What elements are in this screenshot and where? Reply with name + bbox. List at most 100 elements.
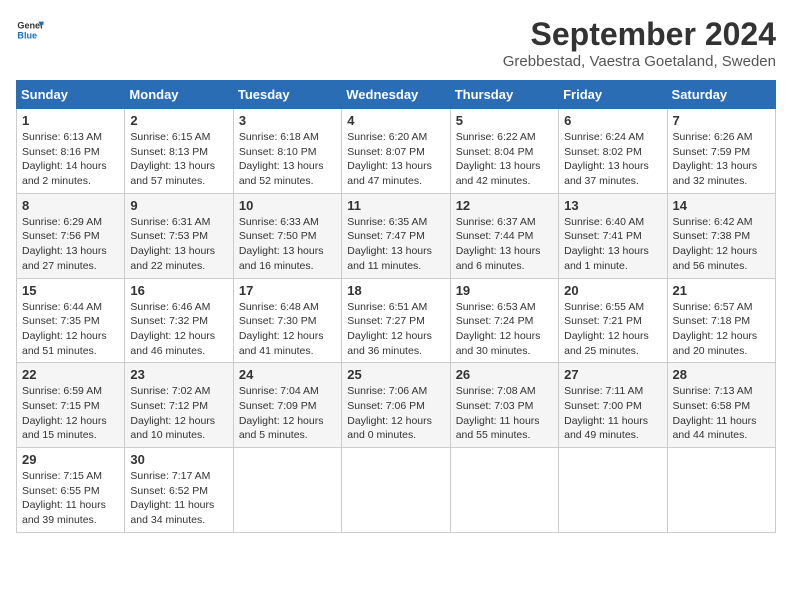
main-title: September 2024: [503, 16, 776, 53]
day-number: 5: [456, 113, 553, 128]
title-area: September 2024 Grebbestad, Vaestra Goeta…: [503, 16, 776, 70]
day-number: 7: [673, 113, 770, 128]
day-number: 10: [239, 198, 336, 213]
header: General Blue September 2024 Grebbestad, …: [16, 16, 776, 70]
calendar-cell: 27 Sunrise: 7:11 AM Sunset: 7:00 PM Dayli…: [559, 363, 667, 448]
day-info: Sunrise: 6:33 AM Sunset: 7:50 PM Dayligh…: [239, 215, 336, 274]
calendar-cell: 29 Sunrise: 7:15 AM Sunset: 6:55 PM Dayli…: [17, 448, 125, 533]
day-info: Sunrise: 6:53 AM Sunset: 7:24 PM Dayligh…: [456, 300, 553, 359]
calendar-cell: 22 Sunrise: 6:59 AM Sunset: 7:15 PM Dayli…: [17, 363, 125, 448]
day-number: 11: [347, 198, 444, 213]
day-info: Sunrise: 7:17 AM Sunset: 6:52 PM Dayligh…: [130, 469, 227, 528]
day-info: Sunrise: 6:57 AM Sunset: 7:18 PM Dayligh…: [673, 300, 770, 359]
calendar-cell: 13 Sunrise: 6:40 AM Sunset: 7:41 PM Dayli…: [559, 193, 667, 278]
calendar-cell: 23Sunrise: 7:02 AM Sunset: 7:12 PM Dayli…: [125, 363, 233, 448]
day-number: 29: [22, 452, 119, 467]
day-number: 15: [22, 283, 119, 298]
calendar-cell: 9Sunrise: 6:31 AM Sunset: 7:53 PM Daylig…: [125, 193, 233, 278]
calendar-cell: 2 Sunrise: 6:15 AM Sunset: 8:13 PM Daylig…: [125, 109, 233, 194]
calendar-cell: 15 Sunrise: 6:44 AM Sunset: 7:35 PM Dayli…: [17, 278, 125, 363]
day-info: Sunrise: 7:11 AM Sunset: 7:00 PM Dayligh…: [564, 384, 661, 443]
calendar-cell: 25 Sunrise: 7:06 AM Sunset: 7:06 PM Dayli…: [342, 363, 450, 448]
logo: General Blue: [16, 16, 44, 44]
day-info: Sunrise: 6:26 AM Sunset: 7:59 PM Dayligh…: [673, 130, 770, 189]
day-number: 16: [130, 283, 227, 298]
calendar-cell: 26Sunrise: 7:08 AM Sunset: 7:03 PM Dayli…: [450, 363, 558, 448]
day-number: 8: [22, 198, 119, 213]
col-header-tuesday: Tuesday: [233, 81, 341, 109]
day-info: Sunrise: 6:51 AM Sunset: 7:27 PM Dayligh…: [347, 300, 444, 359]
day-number: 20: [564, 283, 661, 298]
day-info: Sunrise: 6:18 AM Sunset: 8:10 PM Dayligh…: [239, 130, 336, 189]
day-number: 12: [456, 198, 553, 213]
day-info: Sunrise: 6:55 AM Sunset: 7:21 PM Dayligh…: [564, 300, 661, 359]
calendar-cell: 16 Sunrise: 6:46 AM Sunset: 7:32 PM Dayli…: [125, 278, 233, 363]
day-info: Sunrise: 6:59 AM Sunset: 7:15 PM Dayligh…: [22, 384, 119, 443]
day-info: Sunrise: 6:37 AM Sunset: 7:44 PM Dayligh…: [456, 215, 553, 274]
col-header-monday: Monday: [125, 81, 233, 109]
day-info: Sunrise: 7:02 AM Sunset: 7:12 PM Dayligh…: [130, 384, 227, 443]
week-row-2: 8 Sunrise: 6:29 AM Sunset: 7:56 PM Daylig…: [17, 193, 776, 278]
week-row-3: 15 Sunrise: 6:44 AM Sunset: 7:35 PM Dayli…: [17, 278, 776, 363]
day-info: Sunrise: 6:48 AM Sunset: 7:30 PM Dayligh…: [239, 300, 336, 359]
calendar-cell: 3 Sunrise: 6:18 AM Sunset: 8:10 PM Daylig…: [233, 109, 341, 194]
day-info: Sunrise: 7:15 AM Sunset: 6:55 PM Dayligh…: [22, 469, 119, 528]
calendar-cell: 21 Sunrise: 6:57 AM Sunset: 7:18 PM Dayli…: [667, 278, 775, 363]
day-info: Sunrise: 7:04 AM Sunset: 7:09 PM Dayligh…: [239, 384, 336, 443]
calendar-cell: 10 Sunrise: 6:33 AM Sunset: 7:50 PM Dayli…: [233, 193, 341, 278]
calendar-cell: 6 Sunrise: 6:24 AM Sunset: 8:02 PM Daylig…: [559, 109, 667, 194]
week-row-1: 1Sunrise: 6:13 AM Sunset: 8:16 PM Daylig…: [17, 109, 776, 194]
day-info: Sunrise: 6:46 AM Sunset: 7:32 PM Dayligh…: [130, 300, 227, 359]
col-header-thursday: Thursday: [450, 81, 558, 109]
svg-text:Blue: Blue: [17, 30, 37, 40]
calendar-cell: 24Sunrise: 7:04 AM Sunset: 7:09 PM Dayli…: [233, 363, 341, 448]
calendar-cell: 30Sunrise: 7:17 AM Sunset: 6:52 PM Dayli…: [125, 448, 233, 533]
calendar-cell: [559, 448, 667, 533]
subtitle: Grebbestad, Vaestra Goetaland, Sweden: [503, 53, 776, 70]
calendar-cell: 12 Sunrise: 6:37 AM Sunset: 7:44 PM Dayli…: [450, 193, 558, 278]
day-number: 22: [22, 367, 119, 382]
calendar-cell: 14Sunrise: 6:42 AM Sunset: 7:38 PM Dayli…: [667, 193, 775, 278]
day-number: 25: [347, 367, 444, 382]
calendar-table: SundayMondayTuesdayWednesdayThursdayFrid…: [16, 80, 776, 533]
day-info: Sunrise: 7:08 AM Sunset: 7:03 PM Dayligh…: [456, 384, 553, 443]
week-row-4: 22 Sunrise: 6:59 AM Sunset: 7:15 PM Dayli…: [17, 363, 776, 448]
day-info: Sunrise: 6:44 AM Sunset: 7:35 PM Dayligh…: [22, 300, 119, 359]
col-header-friday: Friday: [559, 81, 667, 109]
day-info: Sunrise: 6:24 AM Sunset: 8:02 PM Dayligh…: [564, 130, 661, 189]
logo-icon: General Blue: [16, 16, 44, 44]
day-number: 18: [347, 283, 444, 298]
day-number: 4: [347, 113, 444, 128]
calendar-body: 1Sunrise: 6:13 AM Sunset: 8:16 PM Daylig…: [17, 109, 776, 533]
day-number: 21: [673, 283, 770, 298]
day-info: Sunrise: 6:35 AM Sunset: 7:47 PM Dayligh…: [347, 215, 444, 274]
calendar-cell: 8 Sunrise: 6:29 AM Sunset: 7:56 PM Daylig…: [17, 193, 125, 278]
day-number: 3: [239, 113, 336, 128]
day-info: Sunrise: 6:15 AM Sunset: 8:13 PM Dayligh…: [130, 130, 227, 189]
calendar-cell: [667, 448, 775, 533]
calendar-cell: 1Sunrise: 6:13 AM Sunset: 8:16 PM Daylig…: [17, 109, 125, 194]
calendar-cell: 20 Sunrise: 6:55 AM Sunset: 7:21 PM Dayli…: [559, 278, 667, 363]
calendar-cell: [450, 448, 558, 533]
day-number: 6: [564, 113, 661, 128]
day-info: Sunrise: 6:29 AM Sunset: 7:56 PM Dayligh…: [22, 215, 119, 274]
day-info: Sunrise: 6:20 AM Sunset: 8:07 PM Dayligh…: [347, 130, 444, 189]
calendar-cell: 11 Sunrise: 6:35 AM Sunset: 7:47 PM Dayli…: [342, 193, 450, 278]
day-number: 27: [564, 367, 661, 382]
col-header-wednesday: Wednesday: [342, 81, 450, 109]
day-info: Sunrise: 7:06 AM Sunset: 7:06 PM Dayligh…: [347, 384, 444, 443]
calendar-cell: 17Sunrise: 6:48 AM Sunset: 7:30 PM Dayli…: [233, 278, 341, 363]
day-info: Sunrise: 7:13 AM Sunset: 6:58 PM Dayligh…: [673, 384, 770, 443]
day-number: 13: [564, 198, 661, 213]
calendar-cell: 7 Sunrise: 6:26 AM Sunset: 7:59 PM Daylig…: [667, 109, 775, 194]
day-info: Sunrise: 6:40 AM Sunset: 7:41 PM Dayligh…: [564, 215, 661, 274]
calendar-cell: 28 Sunrise: 7:13 AM Sunset: 6:58 PM Dayli…: [667, 363, 775, 448]
day-number: 14: [673, 198, 770, 213]
col-header-saturday: Saturday: [667, 81, 775, 109]
calendar-cell: [342, 448, 450, 533]
day-number: 28: [673, 367, 770, 382]
day-number: 9: [130, 198, 227, 213]
day-info: Sunrise: 6:13 AM Sunset: 8:16 PM Dayligh…: [22, 130, 119, 189]
day-number: 2: [130, 113, 227, 128]
calendar-header: SundayMondayTuesdayWednesdayThursdayFrid…: [17, 81, 776, 109]
